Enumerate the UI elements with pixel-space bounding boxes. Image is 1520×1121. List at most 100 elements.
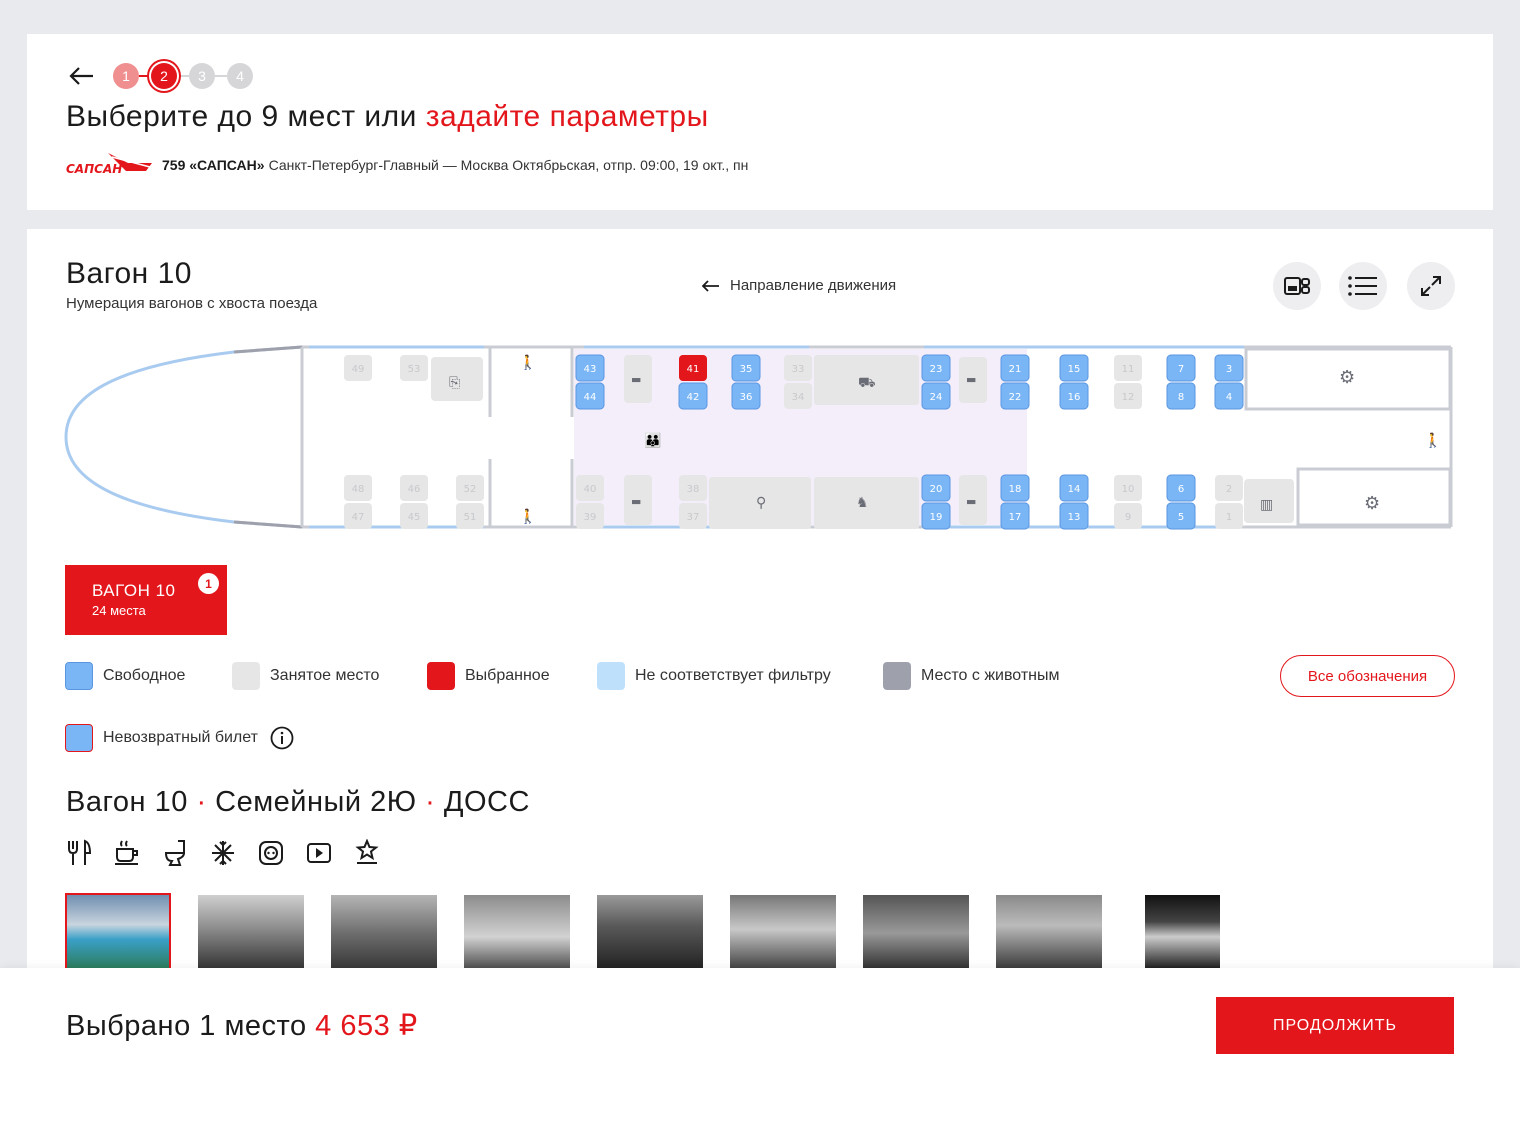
seat-16[interactable]: 16 (1059, 382, 1089, 410)
seat-number: 23 (930, 364, 943, 375)
photo-thumbnail[interactable] (597, 895, 703, 971)
wagon-subtitle: Нумерация вагонов с хвоста поезда (66, 295, 318, 312)
seat-11: 11 (1114, 355, 1142, 381)
seat-4[interactable]: 4 (1214, 382, 1244, 410)
seat-number: 41 (687, 364, 700, 375)
expand-icon (1421, 276, 1441, 296)
photo-thumbnail[interactable] (730, 895, 836, 971)
seat-15[interactable]: 15 (1059, 354, 1089, 382)
seat-number: 6 (1178, 484, 1184, 495)
title-text: Выберите до 9 мест или (66, 100, 417, 133)
stroller-icon: ⛟ (858, 375, 876, 391)
continue-button[interactable]: ПРОДОЛЖИТЬ (1216, 997, 1454, 1054)
seat-39: 39 (576, 503, 604, 529)
toilet-icon (164, 840, 185, 866)
total-price: 4 653 ₽ (315, 1010, 418, 1042)
expand-button[interactable] (1407, 262, 1455, 310)
seat-23[interactable]: 23 (921, 354, 951, 382)
sapsan-logo: САПСАН (66, 153, 152, 176)
table-icon-2: ▬ (631, 495, 641, 508)
set-params-link[interactable]: задайте параметры (426, 100, 709, 133)
seat-number: 44 (584, 392, 597, 403)
seat-8[interactable]: 8 (1166, 382, 1196, 410)
legend-occupied: Занятое место (232, 662, 379, 690)
photo-thumbnail[interactable] (863, 895, 969, 971)
legend-no-filter: Не соответствует фильтру (597, 662, 831, 690)
all-legends-button[interactable]: Все обозначения (1280, 655, 1455, 697)
seat-number: 24 (930, 392, 943, 403)
seat-53: 53 (400, 355, 428, 381)
toilet-icon: ⎘ (449, 375, 460, 391)
seat-41[interactable]: 41 (679, 355, 707, 381)
seat-number: 47 (352, 512, 365, 523)
step-1[interactable]: 1 (113, 63, 139, 89)
seat-number: 7 (1178, 364, 1184, 375)
seat-9: 9 (1114, 503, 1142, 529)
seat-10: 10 (1114, 475, 1142, 501)
amenities-list (66, 839, 380, 867)
comfort-icon (355, 839, 379, 864)
legend-swatch (65, 662, 93, 690)
photo-thumbnail[interactable] (65, 893, 171, 971)
list-view-button[interactable] (1339, 262, 1387, 310)
step-2: 2 (151, 63, 177, 89)
seat-44[interactable]: 44 (575, 382, 605, 410)
photo-thumbnail[interactable] (198, 895, 304, 971)
seat-number: 43 (584, 364, 597, 375)
seat-number: 42 (687, 392, 700, 403)
seat-14[interactable]: 14 (1059, 474, 1089, 502)
page-title: Выберите до 9 мест или задайте параметры (66, 100, 709, 134)
seat-24[interactable]: 24 (921, 382, 951, 410)
photo-thumbnail[interactable] (996, 895, 1102, 971)
seat-number: 45 (408, 512, 421, 523)
seat-number: 40 (584, 484, 597, 495)
food-icon (68, 839, 92, 865)
seat-3[interactable]: 3 (1214, 354, 1244, 382)
photo-thumbnail[interactable] (331, 895, 437, 971)
seat-21[interactable]: 21 (1000, 354, 1030, 382)
seat-42[interactable]: 42 (678, 382, 708, 410)
seat-20[interactable]: 20 (921, 474, 951, 502)
seat-13[interactable]: 13 (1059, 502, 1089, 530)
seat-number: 15 (1068, 364, 1081, 375)
svg-text:САПСАН: САПСАН (66, 162, 122, 176)
seat-number: 14 (1068, 484, 1081, 495)
seat-7[interactable]: 7 (1166, 354, 1196, 382)
seat-number: 46 (408, 484, 421, 495)
seat-17[interactable]: 17 (1000, 502, 1030, 530)
seat-22[interactable]: 22 (1000, 382, 1030, 410)
seat-35[interactable]: 35 (731, 354, 761, 382)
seat-49: 49 (344, 355, 372, 381)
scheme-view-button[interactable] (1273, 262, 1321, 310)
info-icon[interactable] (270, 726, 294, 750)
seat-number: 35 (740, 364, 753, 375)
seat-number: 12 (1122, 392, 1135, 403)
wagon-chip[interactable]: ВАГОН 10 24 места 1 (65, 565, 227, 635)
seat-6[interactable]: 6 (1166, 474, 1196, 502)
seat-5[interactable]: 5 (1166, 502, 1196, 530)
train-route: Санкт-Петербург-Главный — Москва Октябрь… (268, 157, 749, 173)
seat-12: 12 (1114, 383, 1142, 409)
photo-thumbnail[interactable] (464, 895, 570, 971)
air-conditioning-icon (212, 841, 234, 865)
photo-thumbnail[interactable] (1145, 895, 1220, 971)
seat-number: 49 (352, 364, 365, 375)
seat-number: 21 (1009, 364, 1022, 375)
back-arrow-icon[interactable] (67, 64, 95, 88)
video-icon (307, 843, 331, 863)
wagon-title: Вагон 10 (66, 257, 192, 290)
seat-33: 33 (784, 355, 812, 381)
seat-number: 18 (1009, 484, 1022, 495)
arrow-left-icon (702, 279, 719, 292)
seat-43[interactable]: 43 (575, 354, 605, 382)
seat-19[interactable]: 19 (921, 502, 951, 530)
seat-52: 52 (456, 475, 484, 501)
seat-number: 52 (464, 484, 477, 495)
seat-36[interactable]: 36 (731, 382, 761, 410)
photo-gallery (65, 893, 1220, 971)
toy-horse-icon: ♞ (856, 495, 869, 511)
seat-18[interactable]: 18 (1000, 474, 1030, 502)
seat-48: 48 (344, 475, 372, 501)
legend-pet: Место с животным (883, 662, 1060, 690)
selection-summary: Выбрано 1 место 4 653 ₽ (66, 1008, 418, 1043)
